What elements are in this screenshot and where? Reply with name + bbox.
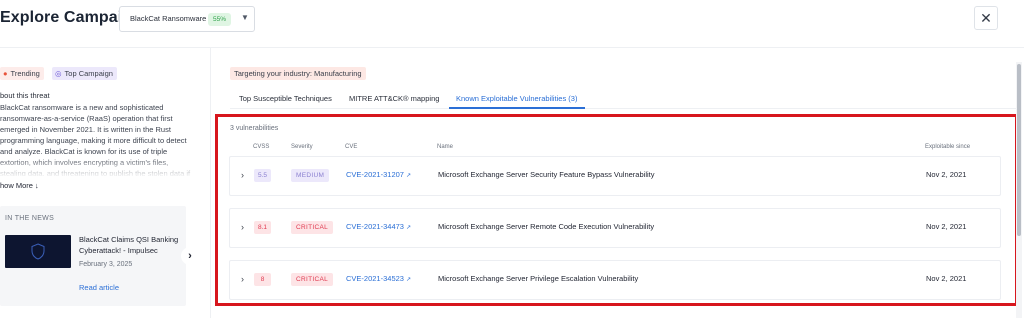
cvss-score: 5.5 <box>254 169 271 182</box>
column-header-severity: Severity <box>291 144 313 150</box>
cvss-score: 8.1 <box>254 221 271 234</box>
exploitable-since-date: Nov 2, 2021 <box>926 274 967 283</box>
vulnerabilities-highlight-box: 3 vulnerabilities CVSS Severity CVE Name… <box>215 114 1018 306</box>
severity-badge: CRITICAL <box>291 273 334 286</box>
active-tab-indicator <box>449 107 585 109</box>
chevron-down-icon: ▼ <box>241 13 249 22</box>
cve-link[interactable]: CVE-2021-31207 ↗ <box>346 170 411 179</box>
exploitable-since-date: Nov 2, 2021 <box>926 170 967 179</box>
chevron-right-icon[interactable]: › <box>241 170 244 180</box>
vulnerability-name: Microsoft Exchange Server Remote Code Ex… <box>438 222 655 231</box>
vulnerability-count: 3 vulnerabilities <box>230 125 279 132</box>
campaign-score-badge: 55% <box>208 13 232 26</box>
exploitable-since-date: Nov 2, 2021 <box>926 222 967 231</box>
shield-icon <box>31 243 45 260</box>
cve-id: CVE-2021-34523 <box>346 274 404 283</box>
table-row[interactable]: › 8.1 CRITICAL CVE-2021-34473 ↗ Microsoft… <box>229 208 1001 248</box>
cve-id: CVE-2021-31207 <box>346 170 404 179</box>
cve-id: CVE-2021-34473 <box>346 222 404 231</box>
news-title[interactable]: BlackCat Claims QSI Banking Cyberattack!… <box>79 234 179 256</box>
campaign-select[interactable]: BlackCat Ransomware 55% ▼ <box>119 6 255 32</box>
cve-link[interactable]: CVE-2021-34473 ↗ <box>346 222 411 231</box>
arrow-down-icon: ↓ <box>35 181 39 190</box>
severity-badge: MEDIUM <box>291 169 330 182</box>
read-article-link[interactable]: Read article <box>79 283 119 292</box>
external-link-icon: ↗ <box>405 173 411 179</box>
chevron-right-icon[interactable]: › <box>181 247 199 265</box>
close-icon: ✕ <box>980 10 992 26</box>
industry-tag: Targeting your industry: Manufacturing <box>230 67 366 80</box>
column-header-exploitable-since: Exploitable since <box>925 144 971 150</box>
page-header: Explore Campaigns: BlackCat Ransomware 5… <box>0 0 1024 48</box>
tab-mitre-attack-mapping[interactable]: MITRE ATT&CK® mapping <box>349 94 439 103</box>
campaign-detail-panel: Targeting your industry: Manufacturing T… <box>210 48 1024 318</box>
column-header-cve: CVE <box>345 144 358 150</box>
top-campaign-tag: ◎ Top Campaign <box>52 67 117 80</box>
close-button[interactable]: ✕ <box>974 6 998 30</box>
cvss-score: 8 <box>254 273 271 286</box>
campaign-select-value: BlackCat Ransomware <box>130 14 207 23</box>
show-more-label: how More <box>0 181 33 190</box>
show-more-button[interactable]: how More ↓ <box>0 181 39 190</box>
text-fade <box>0 156 200 178</box>
table-row[interactable]: › 5.5 MEDIUM CVE-2021-31207 ↗ Microsoft E… <box>229 156 1001 196</box>
chevron-right-icon[interactable]: › <box>241 274 244 284</box>
column-header-name: Name <box>437 144 454 150</box>
detail-tabs: Top Susceptible Techniques MITRE ATT&CK®… <box>230 89 1020 109</box>
about-heading: bout this threat <box>0 91 50 100</box>
scrollbar-thumb[interactable] <box>1017 64 1021 236</box>
news-heading: IN THE NEWS <box>5 215 55 222</box>
vulnerability-name: Microsoft Exchange Server Security Featu… <box>438 170 655 179</box>
trending-tag: ● Trending <box>0 67 44 80</box>
top-campaign-label: Top Campaign <box>64 69 113 78</box>
external-link-icon: ↗ <box>405 277 411 283</box>
news-thumbnail <box>5 235 71 268</box>
fire-icon: ● <box>3 69 8 78</box>
tab-top-susceptible-techniques[interactable]: Top Susceptible Techniques <box>239 94 332 103</box>
news-card: IN THE NEWS BlackCat Claims QSI Banking … <box>0 206 186 306</box>
target-icon: ◎ <box>55 69 62 78</box>
tab-known-exploitable-vulnerabilities[interactable]: Known Exploitable Vulnerabilities (3) <box>456 94 577 103</box>
trending-label: Trending <box>10 69 40 78</box>
cve-link[interactable]: CVE-2021-34523 ↗ <box>346 274 411 283</box>
chevron-right-icon[interactable]: › <box>241 222 244 232</box>
vulnerability-name: Microsoft Exchange Server Privilege Esca… <box>438 274 639 283</box>
column-header-cvss: CVSS <box>253 144 270 150</box>
news-date: February 3, 2025 <box>79 261 133 268</box>
campaign-overview-panel: ● Trending ◎ Top Campaign bout this threat… <box>0 48 208 318</box>
severity-badge: CRITICAL <box>291 221 334 234</box>
table-row[interactable]: › 8 CRITICAL CVE-2021-34523 ↗ Microsoft E… <box>229 260 1001 300</box>
external-link-icon: ↗ <box>405 225 411 231</box>
